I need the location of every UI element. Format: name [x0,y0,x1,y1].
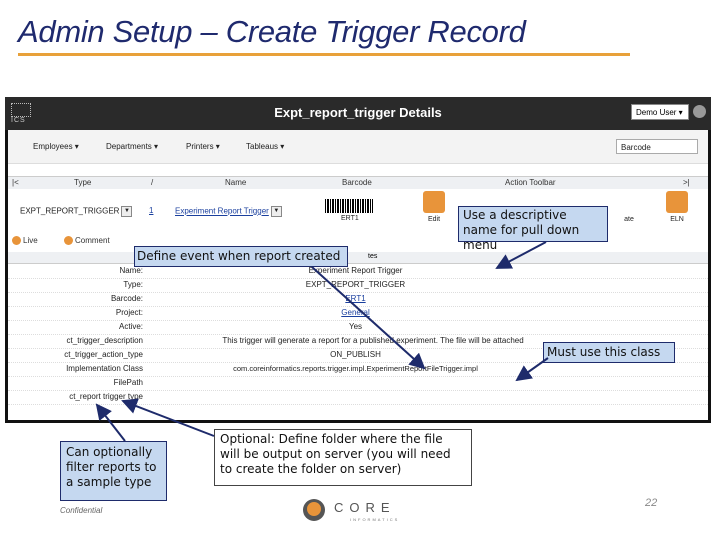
arrow-descriptive-name [495,241,547,269]
logo-subtext: INFORMATICS [350,517,399,522]
arrow-must-use-class [515,357,549,382]
logo-text: CORE [334,500,396,515]
arrow-define-event [311,266,426,370]
core-informatics-logo: CORE INFORMATICS [303,499,399,522]
arrow-optional-folder [121,398,215,437]
callout-arrows [95,241,549,442]
confidential-label: Confidential [60,506,103,515]
page-number: 22 [645,497,658,509]
arrow-optional-filter [95,403,126,442]
